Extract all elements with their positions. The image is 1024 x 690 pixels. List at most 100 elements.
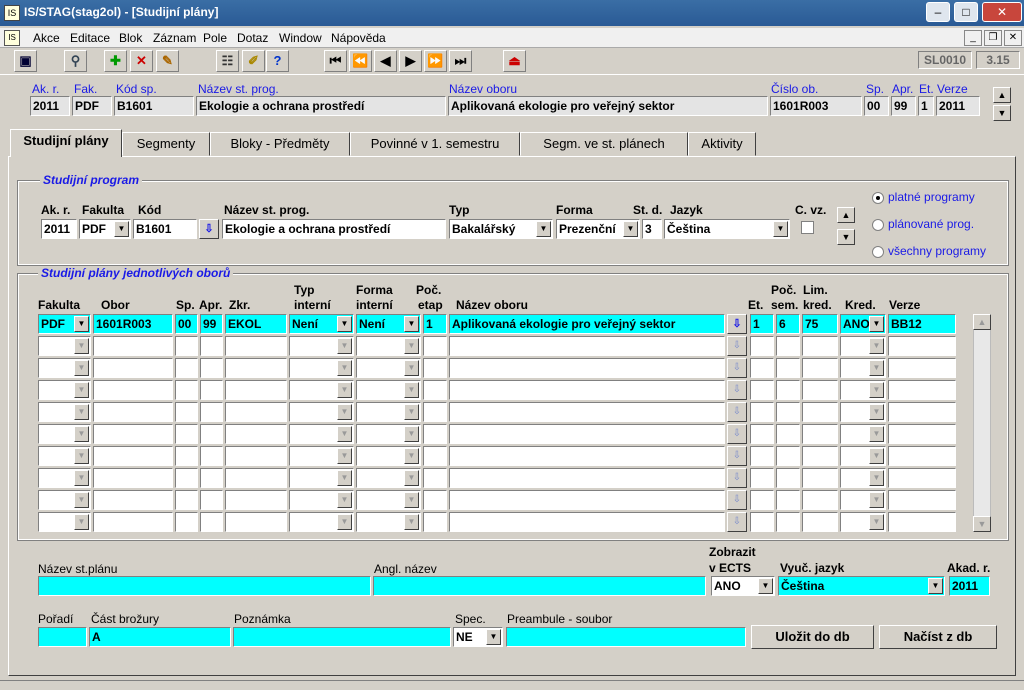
row-cell[interactable] bbox=[93, 380, 173, 400]
row-cell[interactable] bbox=[200, 336, 223, 356]
row-cell[interactable] bbox=[449, 336, 725, 356]
chevron-down-icon[interactable]: ▼ bbox=[404, 448, 419, 464]
chevron-down-icon[interactable]: ▼ bbox=[869, 316, 884, 332]
row-cell[interactable] bbox=[175, 380, 198, 400]
row-cell[interactable] bbox=[175, 336, 198, 356]
last-record-icon[interactable]: ⏭ bbox=[449, 50, 472, 72]
row-cell[interactable] bbox=[750, 424, 774, 444]
row-cell[interactable] bbox=[200, 402, 223, 422]
row-cell[interactable] bbox=[750, 490, 774, 510]
row1-zkr-field[interactable]: EKOL bbox=[225, 314, 287, 334]
program-kod-lov-icon[interactable]: ⇩ bbox=[199, 219, 219, 239]
row1-fakulta-select[interactable]: PDF ▼ bbox=[38, 314, 91, 334]
row-cell[interactable] bbox=[750, 512, 774, 532]
row-cell[interactable] bbox=[802, 512, 838, 532]
next-record-icon[interactable]: ▶ bbox=[399, 50, 422, 72]
program-scroll-down-icon[interactable]: ▼ bbox=[837, 229, 855, 245]
row-cell[interactable] bbox=[776, 446, 800, 466]
chevron-down-icon[interactable]: ▼ bbox=[404, 360, 419, 376]
row-select[interactable]: ▼ bbox=[289, 358, 354, 378]
tab-bloky-predmety[interactable]: Bloky - Předměty bbox=[210, 132, 350, 156]
row1-kred-select[interactable]: ANO ▼ bbox=[840, 314, 886, 334]
row1-verze-field[interactable]: BB12 bbox=[888, 314, 956, 334]
row-cell[interactable] bbox=[175, 468, 198, 488]
row-cell[interactable] bbox=[449, 402, 725, 422]
chevron-down-icon[interactable]: ▼ bbox=[869, 338, 884, 354]
menu-zaznam[interactable]: Záznam bbox=[153, 31, 196, 45]
row-cell[interactable] bbox=[225, 380, 287, 400]
row-cell[interactable] bbox=[93, 424, 173, 444]
chevron-down-icon[interactable]: ▼ bbox=[74, 448, 89, 464]
save-icon[interactable]: ▣ bbox=[14, 50, 37, 72]
row1-nazev-field[interactable]: Aplikovaná ekologie pro veřejný sektor bbox=[449, 314, 725, 334]
tab-povinne-1-semestr[interactable]: Povinné v 1. semestru bbox=[350, 132, 520, 156]
row-cell[interactable] bbox=[225, 358, 287, 378]
row-cell[interactable] bbox=[93, 468, 173, 488]
poznamka-field[interactable] bbox=[233, 627, 451, 647]
row-select[interactable]: ▼ bbox=[840, 380, 886, 400]
row-cell[interactable] bbox=[93, 446, 173, 466]
row-select[interactable]: ▼ bbox=[38, 336, 91, 356]
row-select[interactable]: ▼ bbox=[840, 446, 886, 466]
chevron-down-icon[interactable]: ▼ bbox=[486, 629, 501, 645]
chevron-down-icon[interactable]: ▼ bbox=[404, 382, 419, 398]
row-cell[interactable] bbox=[802, 468, 838, 488]
chevron-down-icon[interactable]: ▼ bbox=[74, 338, 89, 354]
row-cell[interactable] bbox=[888, 336, 956, 356]
close-button[interactable]: ✕ bbox=[982, 2, 1022, 22]
row-lov-icon[interactable]: ⇩ bbox=[727, 358, 747, 378]
chevron-down-icon[interactable]: ▼ bbox=[869, 470, 884, 486]
menu-blok[interactable]: Blok bbox=[119, 31, 142, 45]
radio-planovane-prog[interactable] bbox=[872, 219, 884, 231]
row-cell[interactable] bbox=[802, 490, 838, 510]
row-select[interactable]: ▼ bbox=[289, 468, 354, 488]
angl-nazev-field[interactable] bbox=[373, 576, 706, 596]
row-cell[interactable] bbox=[888, 468, 956, 488]
menu-editace[interactable]: Editace bbox=[70, 31, 110, 45]
row-cell[interactable] bbox=[175, 424, 198, 444]
row-cell[interactable] bbox=[802, 446, 838, 466]
chevron-down-icon[interactable]: ▼ bbox=[337, 382, 352, 398]
program-ak-r-field[interactable]: 2011 bbox=[41, 219, 77, 239]
program-forma-select[interactable]: Prezenční ▼ bbox=[556, 219, 640, 239]
radio-vsechny-programy[interactable] bbox=[872, 246, 884, 258]
row-cell[interactable] bbox=[802, 424, 838, 444]
chevron-down-icon[interactable]: ▼ bbox=[337, 404, 352, 420]
load-from-db-button[interactable]: Načíst z db bbox=[879, 625, 997, 649]
row-cell[interactable] bbox=[225, 490, 287, 510]
row1-lim-field[interactable]: 75 bbox=[802, 314, 838, 334]
row-cell[interactable] bbox=[200, 468, 223, 488]
row1-typ-select[interactable]: Není ▼ bbox=[289, 314, 354, 334]
row-select[interactable]: ▼ bbox=[840, 512, 886, 532]
tab-segmenty[interactable]: Segmenty bbox=[122, 132, 210, 156]
chevron-down-icon[interactable]: ▼ bbox=[869, 514, 884, 530]
row-cell[interactable] bbox=[449, 446, 725, 466]
chevron-down-icon[interactable]: ▼ bbox=[404, 316, 419, 332]
row1-poc-field[interactable]: 1 bbox=[423, 314, 447, 334]
row-cell[interactable] bbox=[423, 512, 447, 532]
chevron-down-icon[interactable]: ▼ bbox=[623, 221, 638, 237]
exit-icon[interactable]: ⏏ bbox=[503, 50, 526, 72]
row-lov-icon[interactable]: ⇩ bbox=[727, 402, 747, 422]
chevron-down-icon[interactable]: ▼ bbox=[404, 338, 419, 354]
row-select[interactable]: ▼ bbox=[289, 336, 354, 356]
program-jazyk-select[interactable]: Čeština ▼ bbox=[664, 219, 790, 239]
chevron-down-icon[interactable]: ▼ bbox=[337, 360, 352, 376]
maximize-button[interactable]: □ bbox=[954, 2, 978, 22]
row-select[interactable]: ▼ bbox=[356, 336, 421, 356]
row-cell[interactable] bbox=[802, 380, 838, 400]
program-kod-field[interactable]: B1601 bbox=[133, 219, 197, 239]
row-cell[interactable] bbox=[423, 424, 447, 444]
chevron-down-icon[interactable]: ▼ bbox=[869, 492, 884, 508]
chevron-down-icon[interactable]: ▼ bbox=[404, 470, 419, 486]
row-cell[interactable] bbox=[888, 490, 956, 510]
chevron-down-icon[interactable]: ▼ bbox=[928, 578, 943, 594]
header-scroll-up-icon[interactable]: ▲ bbox=[993, 87, 1011, 103]
edit-icon[interactable]: ✐ bbox=[242, 50, 265, 72]
menu-dotaz[interactable]: Dotaz bbox=[237, 31, 268, 45]
row-select[interactable]: ▼ bbox=[840, 424, 886, 444]
row-cell[interactable] bbox=[175, 402, 198, 422]
chevron-down-icon[interactable]: ▼ bbox=[337, 470, 352, 486]
row-cell[interactable] bbox=[93, 490, 173, 510]
row1-et-field[interactable]: 1 bbox=[750, 314, 774, 334]
